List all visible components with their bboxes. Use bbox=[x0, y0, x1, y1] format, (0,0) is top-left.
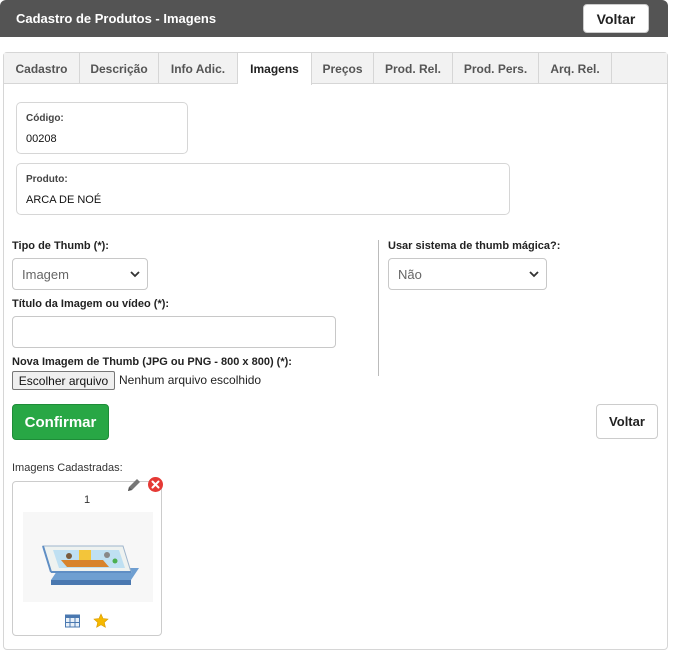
choose-file-button[interactable]: Escolher arquivo bbox=[12, 371, 115, 390]
tab-cadastro[interactable]: Cadastro bbox=[4, 53, 80, 84]
tab-imagens[interactable]: Imagens bbox=[238, 53, 312, 85]
tab-prod-rel[interactable]: Prod. Rel. bbox=[374, 53, 453, 84]
tab-info-adic[interactable]: Info Adic. bbox=[159, 53, 238, 84]
thumb-type-label: Tipo de Thumb (*): bbox=[12, 240, 109, 252]
produto-value: ARCA DE NOÉ bbox=[26, 194, 102, 206]
codigo-value: 00208 bbox=[26, 133, 57, 145]
magic-thumb-select[interactable]: Não bbox=[388, 258, 547, 290]
tab-prod-pers[interactable]: Prod. Pers. bbox=[453, 53, 539, 84]
image-card: 1 bbox=[12, 477, 163, 636]
column-divider bbox=[378, 240, 379, 376]
file-status-text: Nenhum arquivo escolhido bbox=[119, 373, 262, 387]
page-title: Cadastro de Produtos - Imagens bbox=[16, 11, 217, 26]
magic-thumb-value: Não bbox=[398, 266, 422, 282]
new-image-label: Nova Imagem de Thumb (JPG ou PNG - 800 x… bbox=[12, 356, 292, 368]
edit-pencil-icon[interactable] bbox=[125, 476, 143, 494]
tab-precos[interactable]: Preços bbox=[312, 53, 374, 84]
codigo-field: Código: 00208 bbox=[16, 102, 188, 154]
tab-arq-rel[interactable]: Arq. Rel. bbox=[539, 53, 612, 84]
product-thumbnail[interactable] bbox=[23, 512, 153, 602]
star-icon[interactable] bbox=[93, 613, 109, 629]
thumb-type-value: Imagem bbox=[22, 266, 69, 282]
chevron-down-icon bbox=[529, 271, 539, 278]
codigo-label: Código: bbox=[26, 113, 64, 124]
delete-icon[interactable] bbox=[147, 476, 164, 493]
cake-image bbox=[42, 545, 139, 585]
page-header: Cadastro de Produtos - Imagens Voltar bbox=[0, 0, 668, 37]
back-button[interactable]: Voltar bbox=[596, 404, 658, 439]
image-index: 1 bbox=[83, 494, 91, 506]
confirm-button[interactable]: Confirmar bbox=[12, 404, 109, 440]
magic-thumb-label: Usar sistema de thumb mágica?: bbox=[388, 240, 561, 252]
tab-descricao[interactable]: Descrição bbox=[80, 53, 159, 84]
produto-field: Produto: ARCA DE NOÉ bbox=[16, 163, 510, 215]
thumb-type-select[interactable]: Imagem bbox=[12, 258, 148, 290]
image-title-input[interactable] bbox=[12, 316, 336, 348]
registered-images-title: Imagens Cadastradas: bbox=[12, 462, 123, 474]
table-grid-icon[interactable] bbox=[65, 614, 80, 628]
tab-bar: Cadastro Descrição Info Adic. Imagens Pr… bbox=[4, 53, 667, 85]
image-title-label: Título da Imagem ou vídeo (*): bbox=[12, 298, 170, 310]
chevron-down-icon bbox=[130, 271, 140, 278]
header-back-button[interactable]: Voltar bbox=[583, 4, 649, 33]
produto-label: Produto: bbox=[26, 174, 68, 185]
